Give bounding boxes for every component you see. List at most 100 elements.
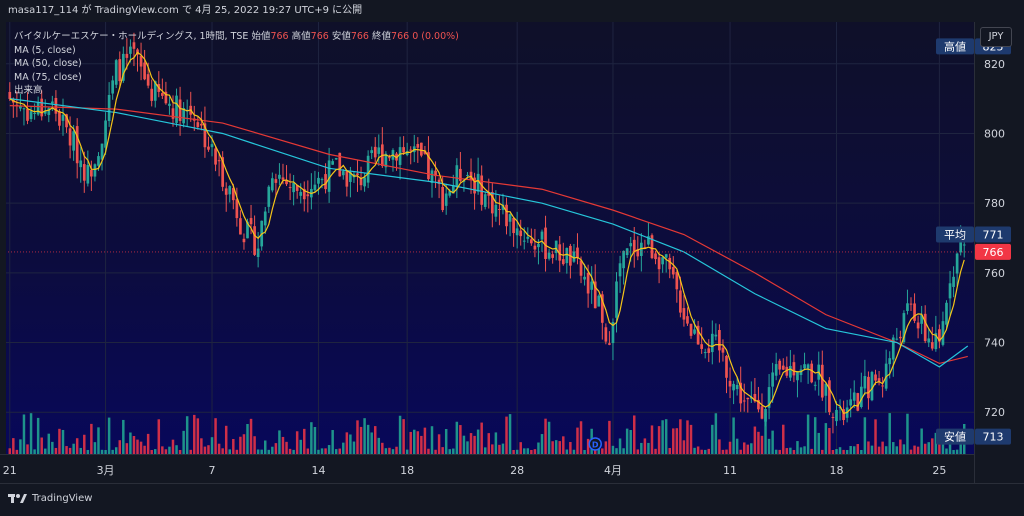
candle-body [682, 308, 686, 320]
volume-bar [217, 443, 221, 454]
volume-bar [792, 449, 796, 454]
volume-bar [288, 448, 292, 454]
volume-bar [955, 449, 959, 454]
candle-body [313, 184, 317, 191]
volume-bar [437, 434, 441, 454]
candle-body [224, 188, 228, 195]
volume-bar [61, 429, 65, 454]
volume-bar [867, 441, 870, 454]
open-value: 766 [270, 31, 289, 42]
ma75-line [9, 105, 968, 365]
volume-bar [923, 443, 927, 454]
candle-body [345, 171, 349, 187]
currency-button[interactable]: JPY [980, 27, 1012, 47]
volume-bar [547, 421, 551, 454]
tradingview-logo-text: TradingView [32, 492, 93, 504]
candle-body [58, 111, 61, 126]
tradingview-logo[interactable]: TradingView [8, 492, 92, 504]
volume-bar [519, 442, 522, 454]
time-tick-label: 21 [3, 464, 17, 477]
volume-bar [746, 444, 750, 454]
candle-body [781, 365, 785, 370]
volume-bar [274, 443, 278, 454]
volume-bar [79, 447, 82, 454]
candle-body [927, 338, 931, 343]
close-value: 766 [391, 31, 410, 42]
candle-body [79, 160, 83, 168]
volume-bar [196, 418, 200, 454]
volume-bar [693, 447, 696, 454]
volume-bar [661, 420, 664, 454]
volume-bar [742, 442, 746, 454]
candle-body [590, 281, 594, 290]
volume-bar [455, 421, 459, 454]
candle-body [806, 364, 810, 369]
candle-body [941, 321, 945, 345]
candle-body [948, 283, 952, 299]
volume-bar [93, 442, 97, 454]
volume-bar [40, 437, 43, 454]
volume-bar [647, 442, 650, 454]
candle-body [107, 94, 111, 122]
legend-ma50[interactable]: MA (50, close) [14, 57, 459, 71]
legend-ma5[interactable]: MA (5, close) [14, 44, 459, 58]
volume-bar [806, 414, 810, 454]
candle-body [480, 175, 484, 205]
candle-body [962, 244, 966, 246]
volume-bar [448, 449, 451, 454]
volume-bar [235, 449, 239, 454]
candle-body [608, 343, 611, 345]
candle-body [760, 406, 764, 419]
volume-bar [185, 416, 189, 454]
time-tick-label: 11 [723, 464, 737, 477]
candle-body [494, 204, 498, 217]
volume-bar [281, 436, 285, 454]
volume-bar [416, 431, 420, 454]
candle-body [952, 276, 955, 287]
candle-body [359, 178, 363, 186]
volume-bar [232, 438, 235, 454]
volume-bar [515, 449, 519, 454]
candle-body [533, 245, 537, 250]
volume-bar [817, 432, 820, 454]
candle-body [366, 155, 370, 183]
legend-volume[interactable]: 出来高 [14, 84, 459, 98]
volume-bar [168, 446, 171, 454]
volume-bar [572, 449, 576, 454]
candle-body [689, 323, 693, 336]
volume-bar [505, 416, 508, 454]
price-tick-label: 760 [984, 267, 1005, 280]
candle-body [771, 372, 774, 387]
candle-body [661, 257, 664, 265]
candle-body [700, 344, 704, 349]
candle-body [710, 333, 714, 353]
candle-body [388, 157, 391, 159]
volume-bar [625, 428, 629, 454]
volume-bar [618, 438, 622, 454]
candle-body [515, 228, 519, 236]
volume-bar [459, 425, 462, 454]
volume-bar [366, 424, 370, 454]
price-tick-label: 780 [984, 197, 1005, 210]
volume-bar [707, 448, 711, 454]
volume-bar [870, 445, 874, 454]
candle-body [888, 358, 892, 365]
candle-body [615, 281, 618, 318]
time-tick-label: 28 [510, 464, 524, 477]
candle-body [483, 194, 487, 207]
footer-bar [0, 483, 1024, 516]
candle-body [764, 408, 767, 422]
candle-body [90, 169, 93, 177]
volume-bar [902, 444, 906, 454]
volume-bar [604, 441, 608, 454]
candle-body [168, 103, 171, 106]
price-tick-label: 820 [984, 58, 1005, 71]
volume-bar [253, 436, 256, 454]
candle-body [654, 253, 657, 260]
candle-body [732, 383, 735, 391]
candle-body [579, 260, 583, 276]
legend-ma75[interactable]: MA (75, close) [14, 71, 459, 85]
candle-body [629, 243, 633, 247]
volume-bar [640, 442, 643, 454]
volume-bar [434, 449, 437, 454]
